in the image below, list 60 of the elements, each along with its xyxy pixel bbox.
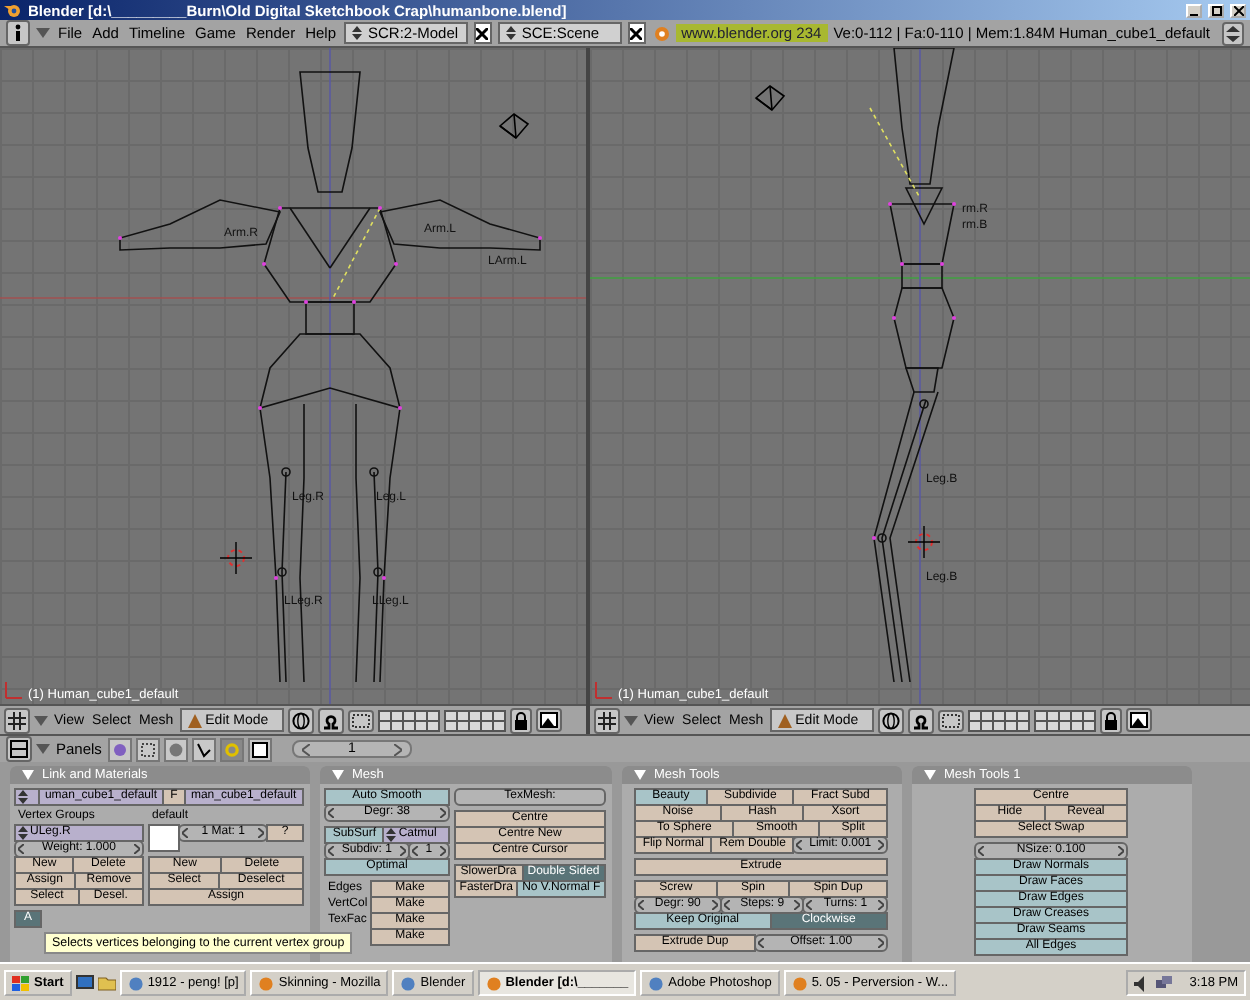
- triangle-icon[interactable]: [187, 713, 202, 727]
- up-down-icon[interactable]: [18, 826, 28, 840]
- dotted-square-icon[interactable]: [135, 737, 160, 761]
- vertex-select-icon[interactable]: [937, 709, 964, 731]
- axes-icon: [594, 680, 614, 700]
- wireframe-figure-drawing[interactable]: [869, 48, 956, 683]
- object-context-icon[interactable]: [107, 737, 132, 761]
- 3d-cursor-icon[interactable]: [219, 541, 253, 575]
- lock-icon[interactable]: [1099, 707, 1122, 733]
- close-icon[interactable]: [630, 27, 643, 39]
- app-logo-icon: [4, 2, 22, 18]
- magnet-icon[interactable]: [907, 707, 934, 733]
- layer-buttons[interactable]: [1033, 709, 1096, 731]
- 3d-cursor-icon[interactable]: [907, 525, 941, 559]
- start-logo-icon[interactable]: [12, 975, 30, 991]
- color-swatch: [148, 824, 180, 852]
- layer-buttons[interactable]: [967, 709, 1030, 731]
- camera-drawing[interactable]: [498, 113, 530, 140]
- layer-buttons[interactable]: [377, 709, 440, 731]
- wireframe-figure-drawing[interactable]: [118, 71, 542, 683]
- info-icon[interactable]: [6, 20, 30, 46]
- sphere-icon[interactable]: [287, 707, 314, 733]
- sphere-icon[interactable]: [877, 707, 904, 733]
- grid-icon[interactable]: [594, 707, 620, 733]
- collapse-icon[interactable]: [22, 770, 34, 780]
- delete-screen-button[interactable]: [473, 22, 492, 44]
- speaker-icon[interactable]: [1133, 975, 1150, 991]
- window-type-icon[interactable]: [6, 736, 32, 762]
- up-down-icon[interactable]: [505, 26, 516, 40]
- app-logo-icon: [651, 24, 670, 42]
- app-icon[interactable]: [648, 975, 665, 991]
- network-icon[interactable]: [1155, 975, 1172, 991]
- collapse-icon[interactable]: [634, 770, 646, 780]
- magnet-icon[interactable]: [317, 707, 344, 733]
- collapse-icon[interactable]: [332, 770, 344, 780]
- app-icon[interactable]: [127, 975, 144, 991]
- caret-icon[interactable]: [36, 744, 50, 754]
- lock-icon[interactable]: [509, 707, 532, 733]
- up-down-icon[interactable]: [1222, 21, 1245, 45]
- image-icon[interactable]: [535, 708, 562, 732]
- axes-icon: [4, 680, 24, 700]
- image-icon[interactable]: [1125, 708, 1152, 732]
- close-icon[interactable]: [476, 27, 489, 39]
- caret-icon[interactable]: [624, 715, 638, 725]
- image-icon[interactable]: [247, 737, 272, 761]
- app-icon[interactable]: [400, 975, 417, 991]
- up-down-icon[interactable]: [352, 26, 363, 40]
- delete-scene-button[interactable]: [627, 22, 646, 44]
- camera-drawing[interactable]: [754, 85, 786, 112]
- caret-icon[interactable]: [34, 715, 48, 725]
- layer-buttons[interactable]: [443, 709, 506, 731]
- collapse-icon[interactable]: [924, 770, 936, 780]
- vertex-select-icon[interactable]: [347, 709, 374, 731]
- dropdown[interactable]: [14, 788, 40, 806]
- up-down-icon[interactable]: [18, 790, 28, 804]
- triangle-icon[interactable]: [777, 713, 792, 727]
- grid-icon[interactable]: [4, 707, 30, 733]
- desktop-icon[interactable]: [75, 974, 94, 992]
- caret-icon[interactable]: [36, 28, 50, 38]
- angle-icon[interactable]: [191, 737, 216, 761]
